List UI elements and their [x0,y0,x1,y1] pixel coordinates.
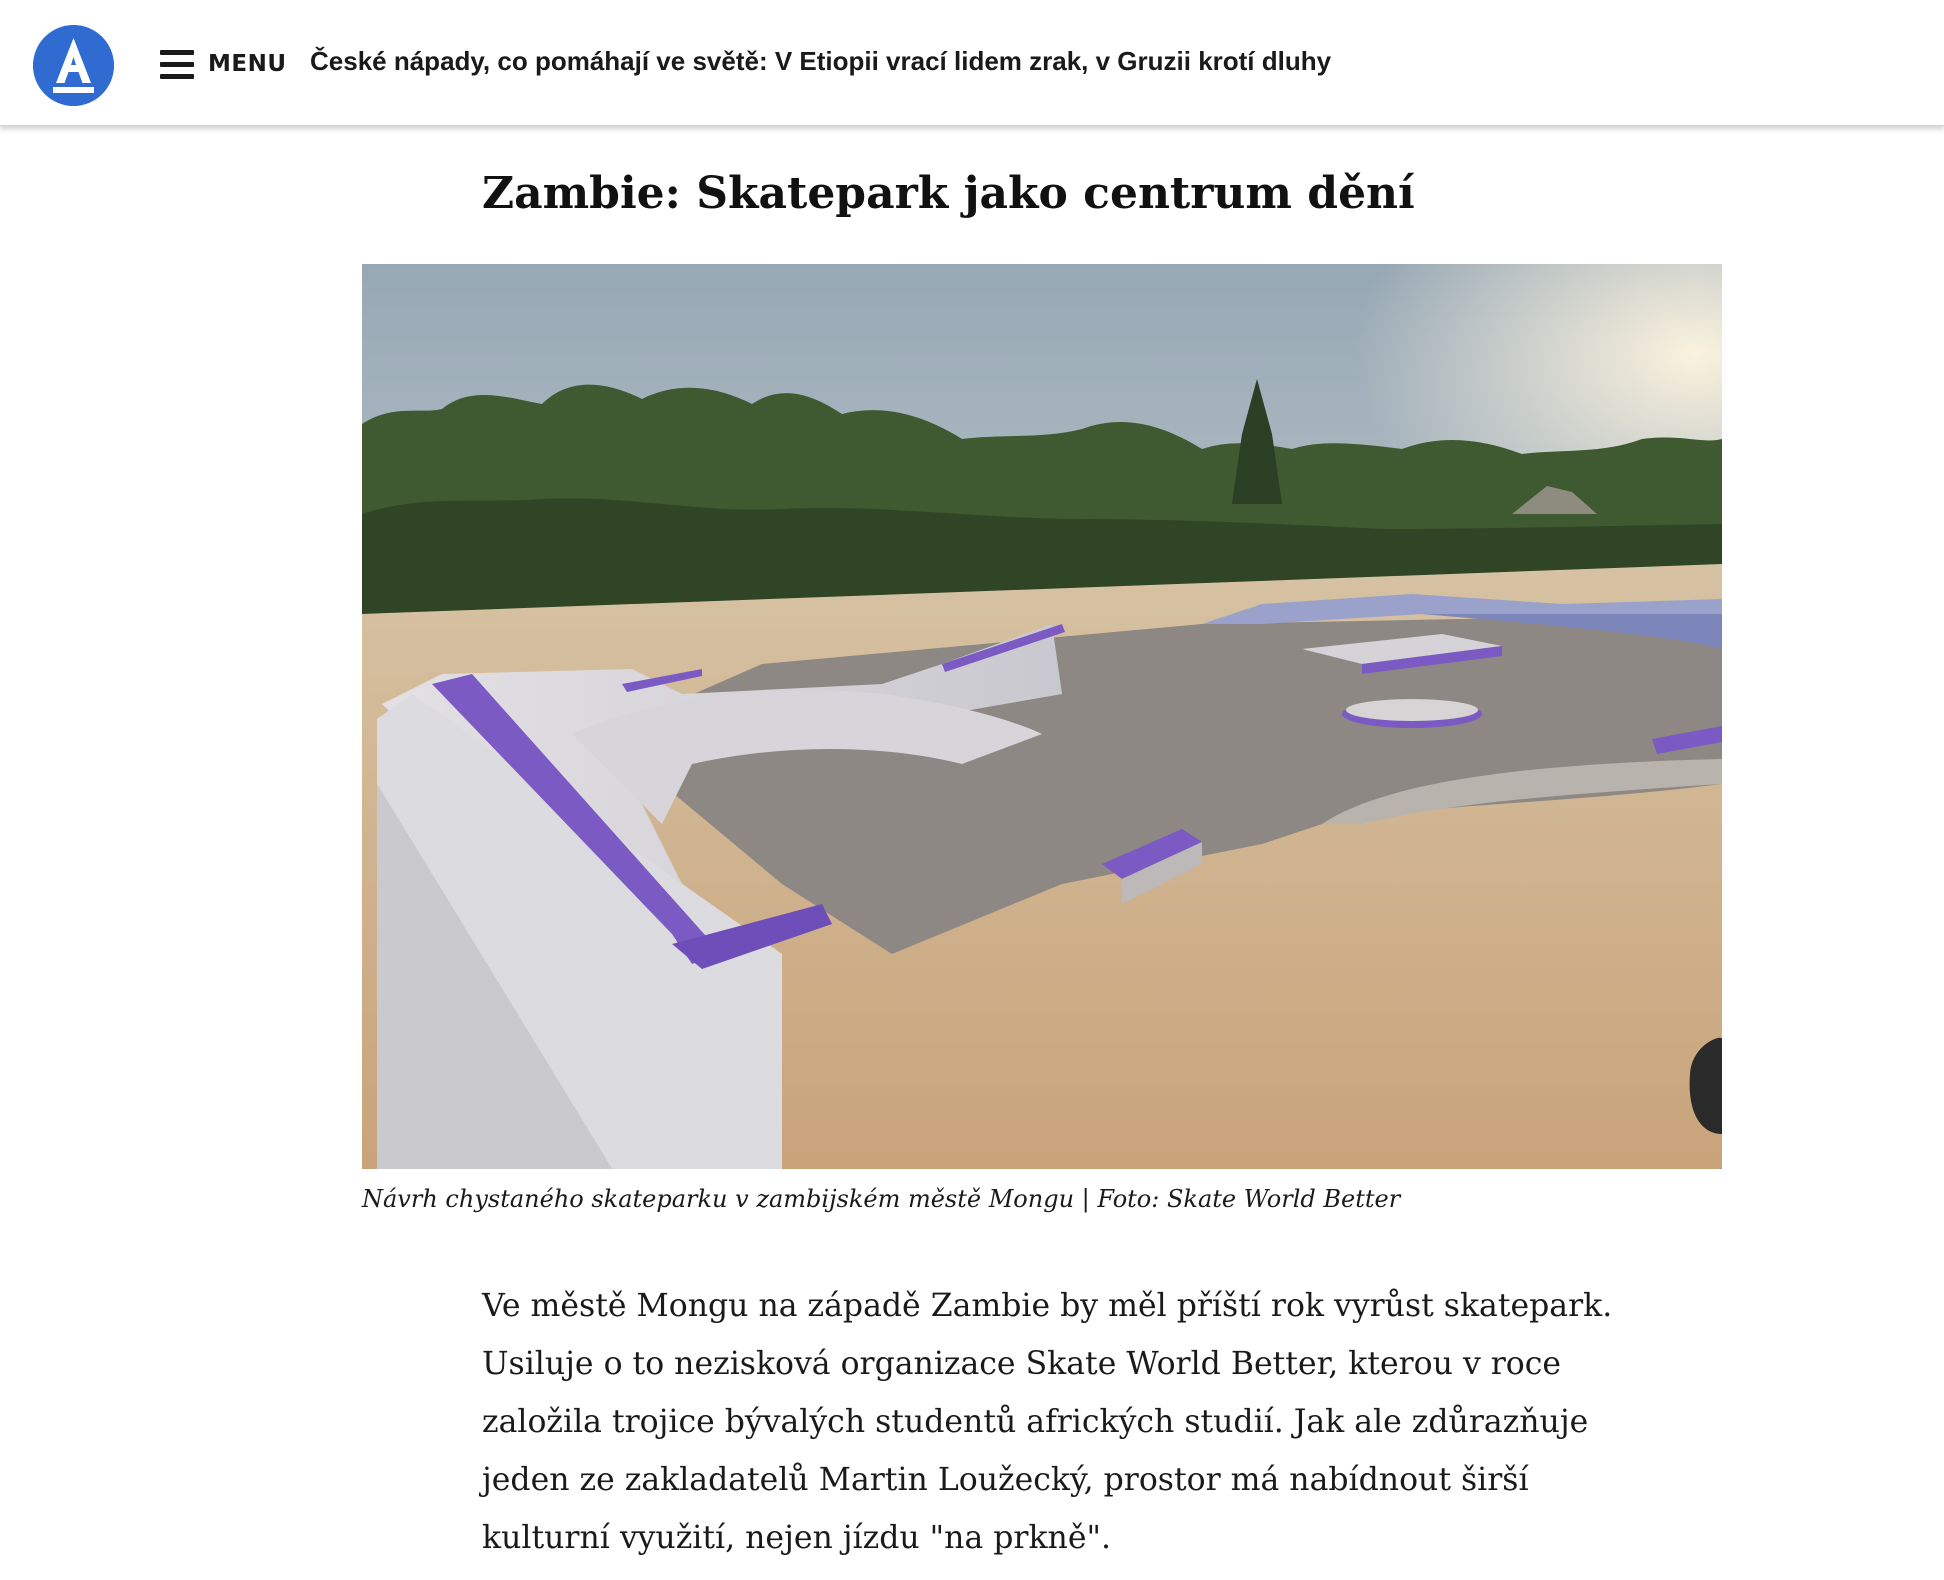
article-paragraph: Ve městě Mongu na západě Zambie by měl p… [482,1288,1613,1556]
article-image [362,264,1722,1169]
top-navigation-bar: MENU České nápady, co pomáhají ve světě:… [0,0,1944,126]
skatepark-rendering-illustration [362,264,1722,1169]
article-title: Zambie: Skatepark jako centrum dění [482,168,1415,219]
hamburger-icon [160,49,194,79]
menu-button[interactable]: MENU [160,44,287,84]
menu-label: MENU [208,51,287,77]
site-logo[interactable] [33,25,114,106]
logo-a-icon [33,25,114,106]
featured-headline-link[interactable]: České nápady, co pomáhají ve světě: V Et… [310,46,1331,77]
image-caption: Návrh chystaného skateparku v zambijském… [362,1185,1401,1213]
